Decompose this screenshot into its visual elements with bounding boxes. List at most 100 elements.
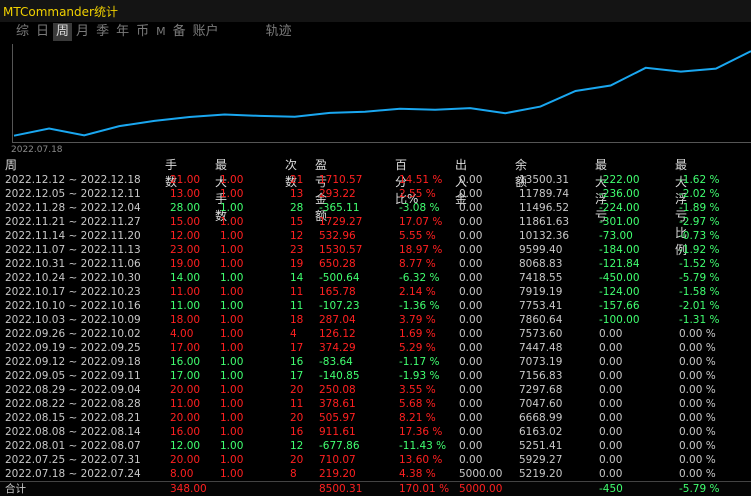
cell-balance: 6163.02 [519,426,563,438]
cell-week: 2022.08.22 ~ 2022.08.28 [5,398,141,410]
cell-lots: 28.00 [170,202,201,214]
table-row[interactable]: 2022.11.14 ~ 2022.11.20 12.00 1.00 12 532.96… [0,229,751,243]
table-row[interactable]: 2022.11.28 ~ 2022.12.04 28.00 1.00 28 -365.1… [0,201,751,215]
cell-count: 8 [290,468,297,480]
cell-lots: 20.00 [170,412,201,424]
cell-io: 0.00 [459,440,483,452]
balance-chart: 2022.07.18 [11,44,751,154]
tab-6[interactable]: 币 [133,23,152,41]
cell-pct: -1.17 % [399,356,440,368]
cell-count: 12 [290,440,304,452]
table-row[interactable]: 2022.10.24 ~ 2022.10.30 14.00 1.00 14 -500.6… [0,271,751,285]
table-row[interactable]: 2022.09.12 ~ 2022.09.18 16.00 1.00 16 -83.64… [0,355,751,369]
cell-pct: 1.69 % [399,328,436,340]
cell-balance: 7919.19 [519,286,563,298]
cell-io: 0.00 [459,244,483,256]
table-row[interactable]: 2022.08.29 ~ 2022.09.04 20.00 1.00 20 250.08… [0,383,751,397]
cell-pct: 5.29 % [399,342,436,354]
cell-count: 20 [290,412,304,424]
cell-pct: 17.36 % [399,426,443,438]
cell-max_dd: -184.00 [599,244,640,256]
cell-lots: 21.00 [170,174,201,186]
tab-10[interactable]: 轨迹 [263,23,295,41]
cell-week: 2022.12.12 ~ 2022.12.18 [5,174,141,186]
cell-week: 2022.08.29 ~ 2022.09.04 [5,384,141,396]
table-row[interactable]: 2022.07.18 ~ 2022.07.24 8.00 1.00 8 219.20 4.… [0,467,751,481]
tab-5[interactable]: 年 [113,23,132,41]
cell-max_lots: 1.00 [220,314,244,326]
tab-4[interactable]: 季 [93,23,112,41]
cell-max_lots: 1.00 [220,384,244,396]
cell-count: 17 [290,370,304,382]
table-row[interactable]: 2022.10.03 ~ 2022.10.09 18.00 1.00 18 287.04… [0,313,751,327]
cell-week: 2022.08.01 ~ 2022.08.07 [5,440,141,452]
cell-lots: 4.00 [170,328,194,340]
cell-pnl: 650.28 [319,258,356,270]
cell-lots: 18.00 [170,314,201,326]
table-row[interactable]: 2022.12.05 ~ 2022.12.11 13.00 1.00 13 293.22… [0,187,751,201]
cell-io: 5000.00 [459,468,503,480]
balance-line [13,50,751,137]
table-row[interactable]: 2022.12.12 ~ 2022.12.18 21.00 1.00 21 1710.5… [0,173,751,187]
cell-pnl: -107.23 [319,300,360,312]
tab-1[interactable]: 日 [33,23,52,41]
window-title: MTCommander统计 [3,5,118,19]
cell-dd_pct: -2.02 % [679,188,720,200]
chart-start-label: 2022.07.18 [11,145,63,154]
cell-pnl: -83.64 [319,356,353,368]
table-row[interactable]: 2022.09.05 ~ 2022.09.11 17.00 1.00 17 -140.8… [0,369,751,383]
tab-2[interactable]: 周 [53,23,73,41]
cell-io: 0.00 [459,370,483,382]
table-row[interactable]: 2022.09.19 ~ 2022.09.25 17.00 1.00 17 374.29… [0,341,751,355]
cell-pnl: -140.85 [319,370,360,382]
cell-count: 19 [290,258,304,270]
table-row[interactable]: 2022.10.10 ~ 2022.10.16 11.00 1.00 11 -107.2… [0,299,751,313]
cell-lots: 8.00 [170,468,194,480]
cell-pnl: 1530.57 [319,244,363,256]
cell-io: 0.00 [459,216,483,228]
cell-week: 2022.10.10 ~ 2022.10.16 [5,300,141,312]
table-row[interactable]: 2022.08.01 ~ 2022.08.07 12.00 1.00 12 -677.8… [0,439,751,453]
cell-max_lots: 1.00 [220,454,244,466]
table-row[interactable]: 2022.11.07 ~ 2022.11.13 23.00 1.00 23 1530.5… [0,243,751,257]
column-header-0[interactable]: 周 [5,156,17,173]
cell-max_dd: 0.00 [599,384,623,396]
tab-7[interactable]: M [153,23,169,41]
cell-week: 2022.12.05 ~ 2022.12.11 [5,188,141,200]
cell-dd_pct: 0.00 % [679,440,716,452]
cell-lots: 20.00 [170,454,201,466]
cell-max_dd: -121.84 [599,258,640,270]
cell-count: 15 [290,216,304,228]
cell-max_lots: 1.00 [220,426,244,438]
cell-lots: 12.00 [170,230,201,242]
cell-count: 18 [290,314,304,326]
cell-max_dd: -73.00 [599,230,633,242]
cell-max_lots: 1.00 [220,286,244,298]
cell-pct: -1.36 % [399,300,440,312]
cell-dd_pct: 0.00 % [679,342,716,354]
cell-pnl: 219.20 [319,468,356,480]
table-row[interactable]: 2022.08.08 ~ 2022.08.14 16.00 1.00 16 911.61… [0,425,751,439]
table-row[interactable]: 2022.10.31 ~ 2022.11.06 19.00 1.00 19 650.28… [0,257,751,271]
cell-pct: 2.55 % [399,188,436,200]
table-row[interactable]: 2022.08.15 ~ 2022.08.21 20.00 1.00 20 505.97… [0,411,751,425]
cell-io: 0.00 [459,342,483,354]
cell-week: 2022.10.17 ~ 2022.10.23 [5,286,141,298]
cell-pnl: 250.08 [319,384,356,396]
table-row[interactable]: 2022.07.25 ~ 2022.07.31 20.00 1.00 20 710.07… [0,453,751,467]
cell-pct: 5.68 % [399,398,436,410]
tab-0[interactable]: 综 [13,23,32,41]
table-row[interactable]: 2022.09.26 ~ 2022.10.02 4.00 1.00 4 126.12 1.… [0,327,751,341]
cell-max_dd: 0.00 [599,440,623,452]
table-row[interactable]: 2022.10.17 ~ 2022.10.23 11.00 1.00 11 165.78… [0,285,751,299]
cell-max_lots: 1.00 [220,216,244,228]
cell-io: 0.00 [459,454,483,466]
tab-9[interactable]: 账户 [190,23,222,41]
cell-count: 23 [290,244,304,256]
tab-3[interactable]: 月 [73,23,92,41]
cell-max_lots: 1.00 [220,342,244,354]
tab-8[interactable]: 备 [170,23,189,41]
cell-balance: 8068.83 [519,258,563,270]
table-row[interactable]: 2022.08.22 ~ 2022.08.28 11.00 1.00 11 378.61… [0,397,751,411]
table-row[interactable]: 2022.11.21 ~ 2022.11.27 15.00 1.00 15 1729.2… [0,215,751,229]
